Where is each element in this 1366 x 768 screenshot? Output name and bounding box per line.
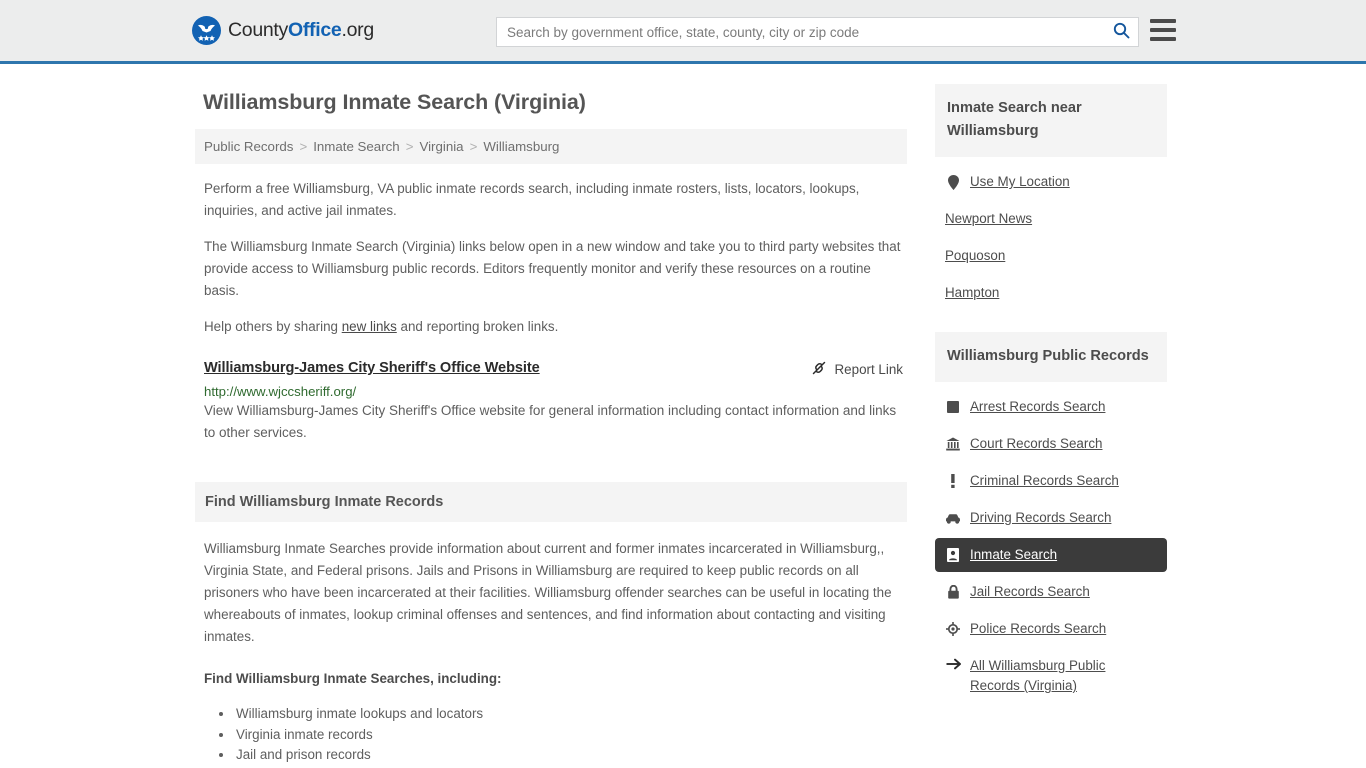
sidebar-link-label[interactable]: Arrest Records Search xyxy=(970,397,1105,417)
breadcrumb-separator: > xyxy=(299,139,308,154)
card-heading-near: Inmate Search near Williamsburg xyxy=(935,84,1167,157)
logo-wordmark: CountyOffice.org xyxy=(228,19,374,42)
breadcrumb-item-virginia[interactable]: Virginia xyxy=(419,139,463,154)
sidebar-item-newport-news[interactable]: Newport News xyxy=(935,202,1167,236)
help-paragraph: Help others by sharing new links and rep… xyxy=(204,316,904,338)
sidebar-link-label[interactable]: Use My Location xyxy=(970,172,1070,192)
sidebar-link-label[interactable]: Police Records Search xyxy=(970,619,1106,639)
sidebar-link-label[interactable]: Poquoson xyxy=(945,246,1005,266)
id-card-icon xyxy=(945,548,961,562)
main-content: Williamsburg Inmate Search (Virginia) Pu… xyxy=(195,84,907,768)
public-records-links-list: Arrest Records Search Court Records Sear… xyxy=(935,382,1167,703)
sidebar-link-label[interactable]: All Williamsburg Public Records (Virgini… xyxy=(970,656,1157,696)
report-link-label: Report Link xyxy=(834,362,903,377)
new-links-link[interactable]: new links xyxy=(342,319,397,334)
logo-text-org: .org xyxy=(341,19,374,41)
section-body: Williamsburg Inmate Searches provide inf… xyxy=(195,538,907,768)
breadcrumb-separator: > xyxy=(405,139,414,154)
logo-text-county: County xyxy=(228,19,288,41)
inmate-search-bullet-list: Williamsburg inmate lookups and locators… xyxy=(204,704,907,768)
courthouse-icon xyxy=(945,437,961,451)
list-item: Williamsburg inmate lookups and locators xyxy=(234,704,907,725)
sidebar-link-label[interactable]: Jail Records Search xyxy=(970,582,1090,602)
sidebar-item-hampton[interactable]: Hampton xyxy=(935,276,1167,310)
result-title-link[interactable]: Williamsburg-James City Sheriff's Office… xyxy=(204,360,540,376)
sidebar-link-label[interactable]: Driving Records Search xyxy=(970,508,1111,528)
near-links-list: Use My Location Newport News Poquoson Ha… xyxy=(935,157,1167,310)
exclamation-icon xyxy=(945,474,961,488)
square-icon xyxy=(945,401,961,413)
sidebar-item-poquoson[interactable]: Poquoson xyxy=(935,239,1167,273)
search-button[interactable] xyxy=(1104,18,1138,46)
help-prefix: Help others by sharing xyxy=(204,319,342,334)
car-icon xyxy=(945,513,961,524)
search-bar[interactable] xyxy=(496,17,1139,47)
breadcrumb: Public Records > Inmate Search > Virginia > Wi… xyxy=(195,129,907,164)
search-input[interactable] xyxy=(497,18,1104,46)
list-item: Virginia inmate records xyxy=(234,725,907,746)
breadcrumb-item-public-records[interactable]: Public Records xyxy=(204,139,293,154)
page-title: Williamsburg Inmate Search (Virginia) xyxy=(203,90,586,114)
sidebar-item-inmate-search[interactable]: Inmate Search xyxy=(935,538,1167,572)
card-heading-public-records: Williamsburg Public Records xyxy=(935,332,1167,382)
result-url[interactable]: http://www.wjccsheriff.org/ xyxy=(204,384,907,399)
breadcrumb-item-williamsburg: Williamsburg xyxy=(483,139,560,154)
sidebar-item-police-records[interactable]: Police Records Search xyxy=(935,612,1167,646)
report-link-button[interactable]: Report Link xyxy=(811,360,903,379)
sidebar-link-label[interactable]: Criminal Records Search xyxy=(970,471,1119,491)
padlock-icon xyxy=(945,585,961,599)
sidebar-item-use-my-location[interactable]: Use My Location xyxy=(935,165,1167,199)
sidebar-link-label[interactable]: Court Records Search xyxy=(970,434,1102,454)
eagle-seal-icon xyxy=(192,16,221,45)
card-inmate-search-near: Inmate Search near Williamsburg Use My L… xyxy=(935,84,1167,310)
sidebar: Inmate Search near Williamsburg Use My L… xyxy=(935,84,1167,768)
list-item: Jail and prison records xyxy=(234,745,907,766)
site-header: CountyOffice.org xyxy=(0,0,1366,64)
description-paragraph: The Williamsburg Inmate Search (Virginia… xyxy=(204,239,901,298)
sidebar-link-label[interactable]: Inmate Search xyxy=(970,545,1057,565)
result-item: Williamsburg-James City Sheriff's Office… xyxy=(204,360,907,444)
arrow-right-icon xyxy=(945,658,961,670)
sidebar-link-label[interactable]: Hampton xyxy=(945,283,999,303)
sidebar-item-driving-records[interactable]: Driving Records Search xyxy=(935,501,1167,535)
hamburger-menu-icon[interactable] xyxy=(1150,19,1176,41)
help-suffix: and reporting broken links. xyxy=(396,319,559,334)
sidebar-link-label[interactable]: Newport News xyxy=(945,209,1032,229)
map-pin-icon xyxy=(945,174,961,190)
breadcrumb-item-inmate-search[interactable]: Inmate Search xyxy=(313,139,399,154)
result-description: View Williamsburg-James City Sheriff's O… xyxy=(204,403,897,440)
sidebar-item-jail-records[interactable]: Jail Records Search xyxy=(935,575,1167,609)
sidebar-item-arrest-records[interactable]: Arrest Records Search xyxy=(935,390,1167,424)
card-public-records: Williamsburg Public Records Arrest Recor… xyxy=(935,332,1167,703)
site-logo[interactable]: CountyOffice.org xyxy=(192,16,374,45)
section-heading: Find Williamsburg Inmate Records xyxy=(195,482,907,522)
sidebar-item-all-public-records[interactable]: All Williamsburg Public Records (Virgini… xyxy=(935,649,1167,703)
sidebar-item-criminal-records[interactable]: Criminal Records Search xyxy=(935,464,1167,498)
search-icon xyxy=(1113,22,1130,42)
section-paragraph: Williamsburg Inmate Searches provide inf… xyxy=(204,541,892,644)
breadcrumb-separator: > xyxy=(469,139,478,154)
sidebar-item-court-records[interactable]: Court Records Search xyxy=(935,427,1167,461)
logo-text-office: Office xyxy=(288,19,342,41)
intro-paragraph: Perform a free Williamsburg, VA public i… xyxy=(204,181,860,218)
page-body: Williamsburg Inmate Search (Virginia) Pu… xyxy=(0,64,1366,768)
broken-link-icon xyxy=(811,360,827,379)
section-subheading: Find Williamsburg Inmate Searches, inclu… xyxy=(204,671,502,686)
police-badge-icon xyxy=(945,622,961,636)
